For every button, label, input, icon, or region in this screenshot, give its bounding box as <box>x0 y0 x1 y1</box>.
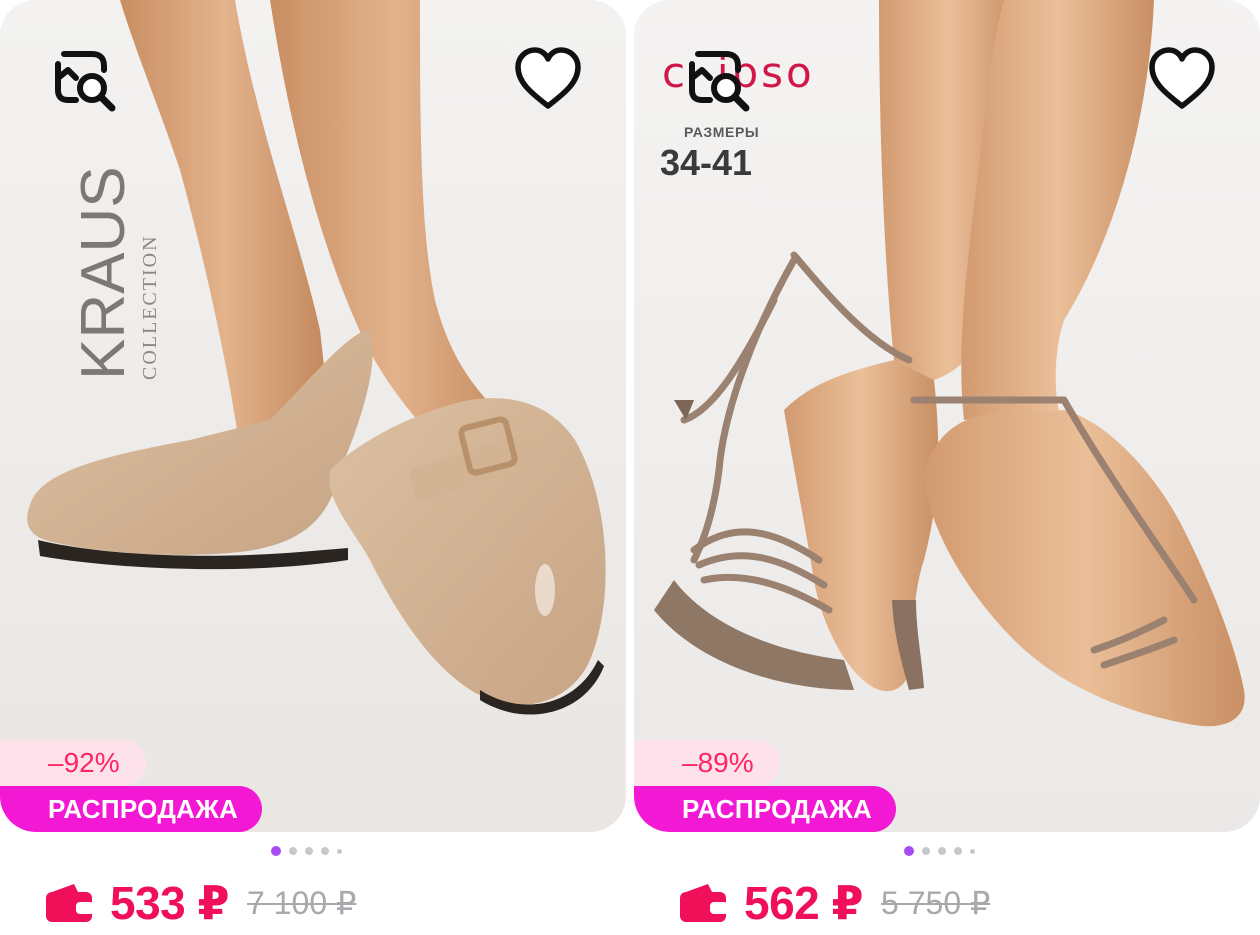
product-card[interactable]: caipso РАЗМЕРЫ 34-41 –89% РАСПРОДАЖА 562… <box>634 0 1260 935</box>
sale-badge: РАСПРОДАЖА <box>0 786 263 832</box>
svg-text:COLLECTION: COLLECTION <box>139 234 161 380</box>
pager-dot[interactable] <box>970 848 975 854</box>
old-price: 7 100 ₽ <box>247 885 357 921</box>
svg-text:KRAUS: KRAUS <box>69 168 138 380</box>
pager-dot[interactable] <box>321 847 329 855</box>
current-price: 533 ₽ <box>110 877 230 929</box>
sale-badge: РАСПРОДАЖА <box>634 786 897 832</box>
discount-badge: –89% <box>634 740 780 786</box>
pager-dot[interactable] <box>271 846 281 856</box>
heart-icon[interactable] <box>510 42 586 118</box>
kraus-logo: KRAUS COLLECTION <box>69 168 161 380</box>
pager-dot[interactable] <box>904 846 914 856</box>
pager-dot[interactable] <box>337 848 342 854</box>
product-card[interactable]: KRAUS COLLECTION –92% РАСПРОДАЖА 533 ₽ 7… <box>0 0 626 935</box>
product-photo[interactable]: caipso РАЗМЕРЫ 34-41 –89% РАСПРОДАЖА <box>634 0 1260 832</box>
wallet-icon <box>680 884 728 922</box>
product-photo[interactable]: KRAUS COLLECTION –92% РАСПРОДАЖА <box>0 0 626 832</box>
sizes-label: РАЗМЕРЫ <box>684 124 760 140</box>
current-price: 562 ₽ <box>744 877 864 929</box>
image-search-icon[interactable] <box>678 40 754 116</box>
heart-icon[interactable] <box>1144 42 1220 118</box>
pager-dot[interactable] <box>305 847 313 855</box>
pager-dot[interactable] <box>938 847 946 855</box>
image-pager[interactable] <box>271 846 342 856</box>
old-price: 5 750 ₽ <box>881 885 991 921</box>
shoe-photo-flat <box>0 0 626 832</box>
pager-dot[interactable] <box>289 847 297 855</box>
wallet-icon <box>46 884 94 922</box>
pager-dot[interactable] <box>954 847 962 855</box>
sizes-value: 34-41 <box>660 142 753 183</box>
image-search-icon[interactable] <box>44 40 120 116</box>
discount-badge: –92% <box>0 740 146 786</box>
image-pager[interactable] <box>904 846 975 856</box>
price-row: 533 ₽ 7 100 ₽ <box>44 872 356 934</box>
price-row: 562 ₽ 5 750 ₽ <box>678 872 990 934</box>
pager-dot[interactable] <box>922 847 930 855</box>
